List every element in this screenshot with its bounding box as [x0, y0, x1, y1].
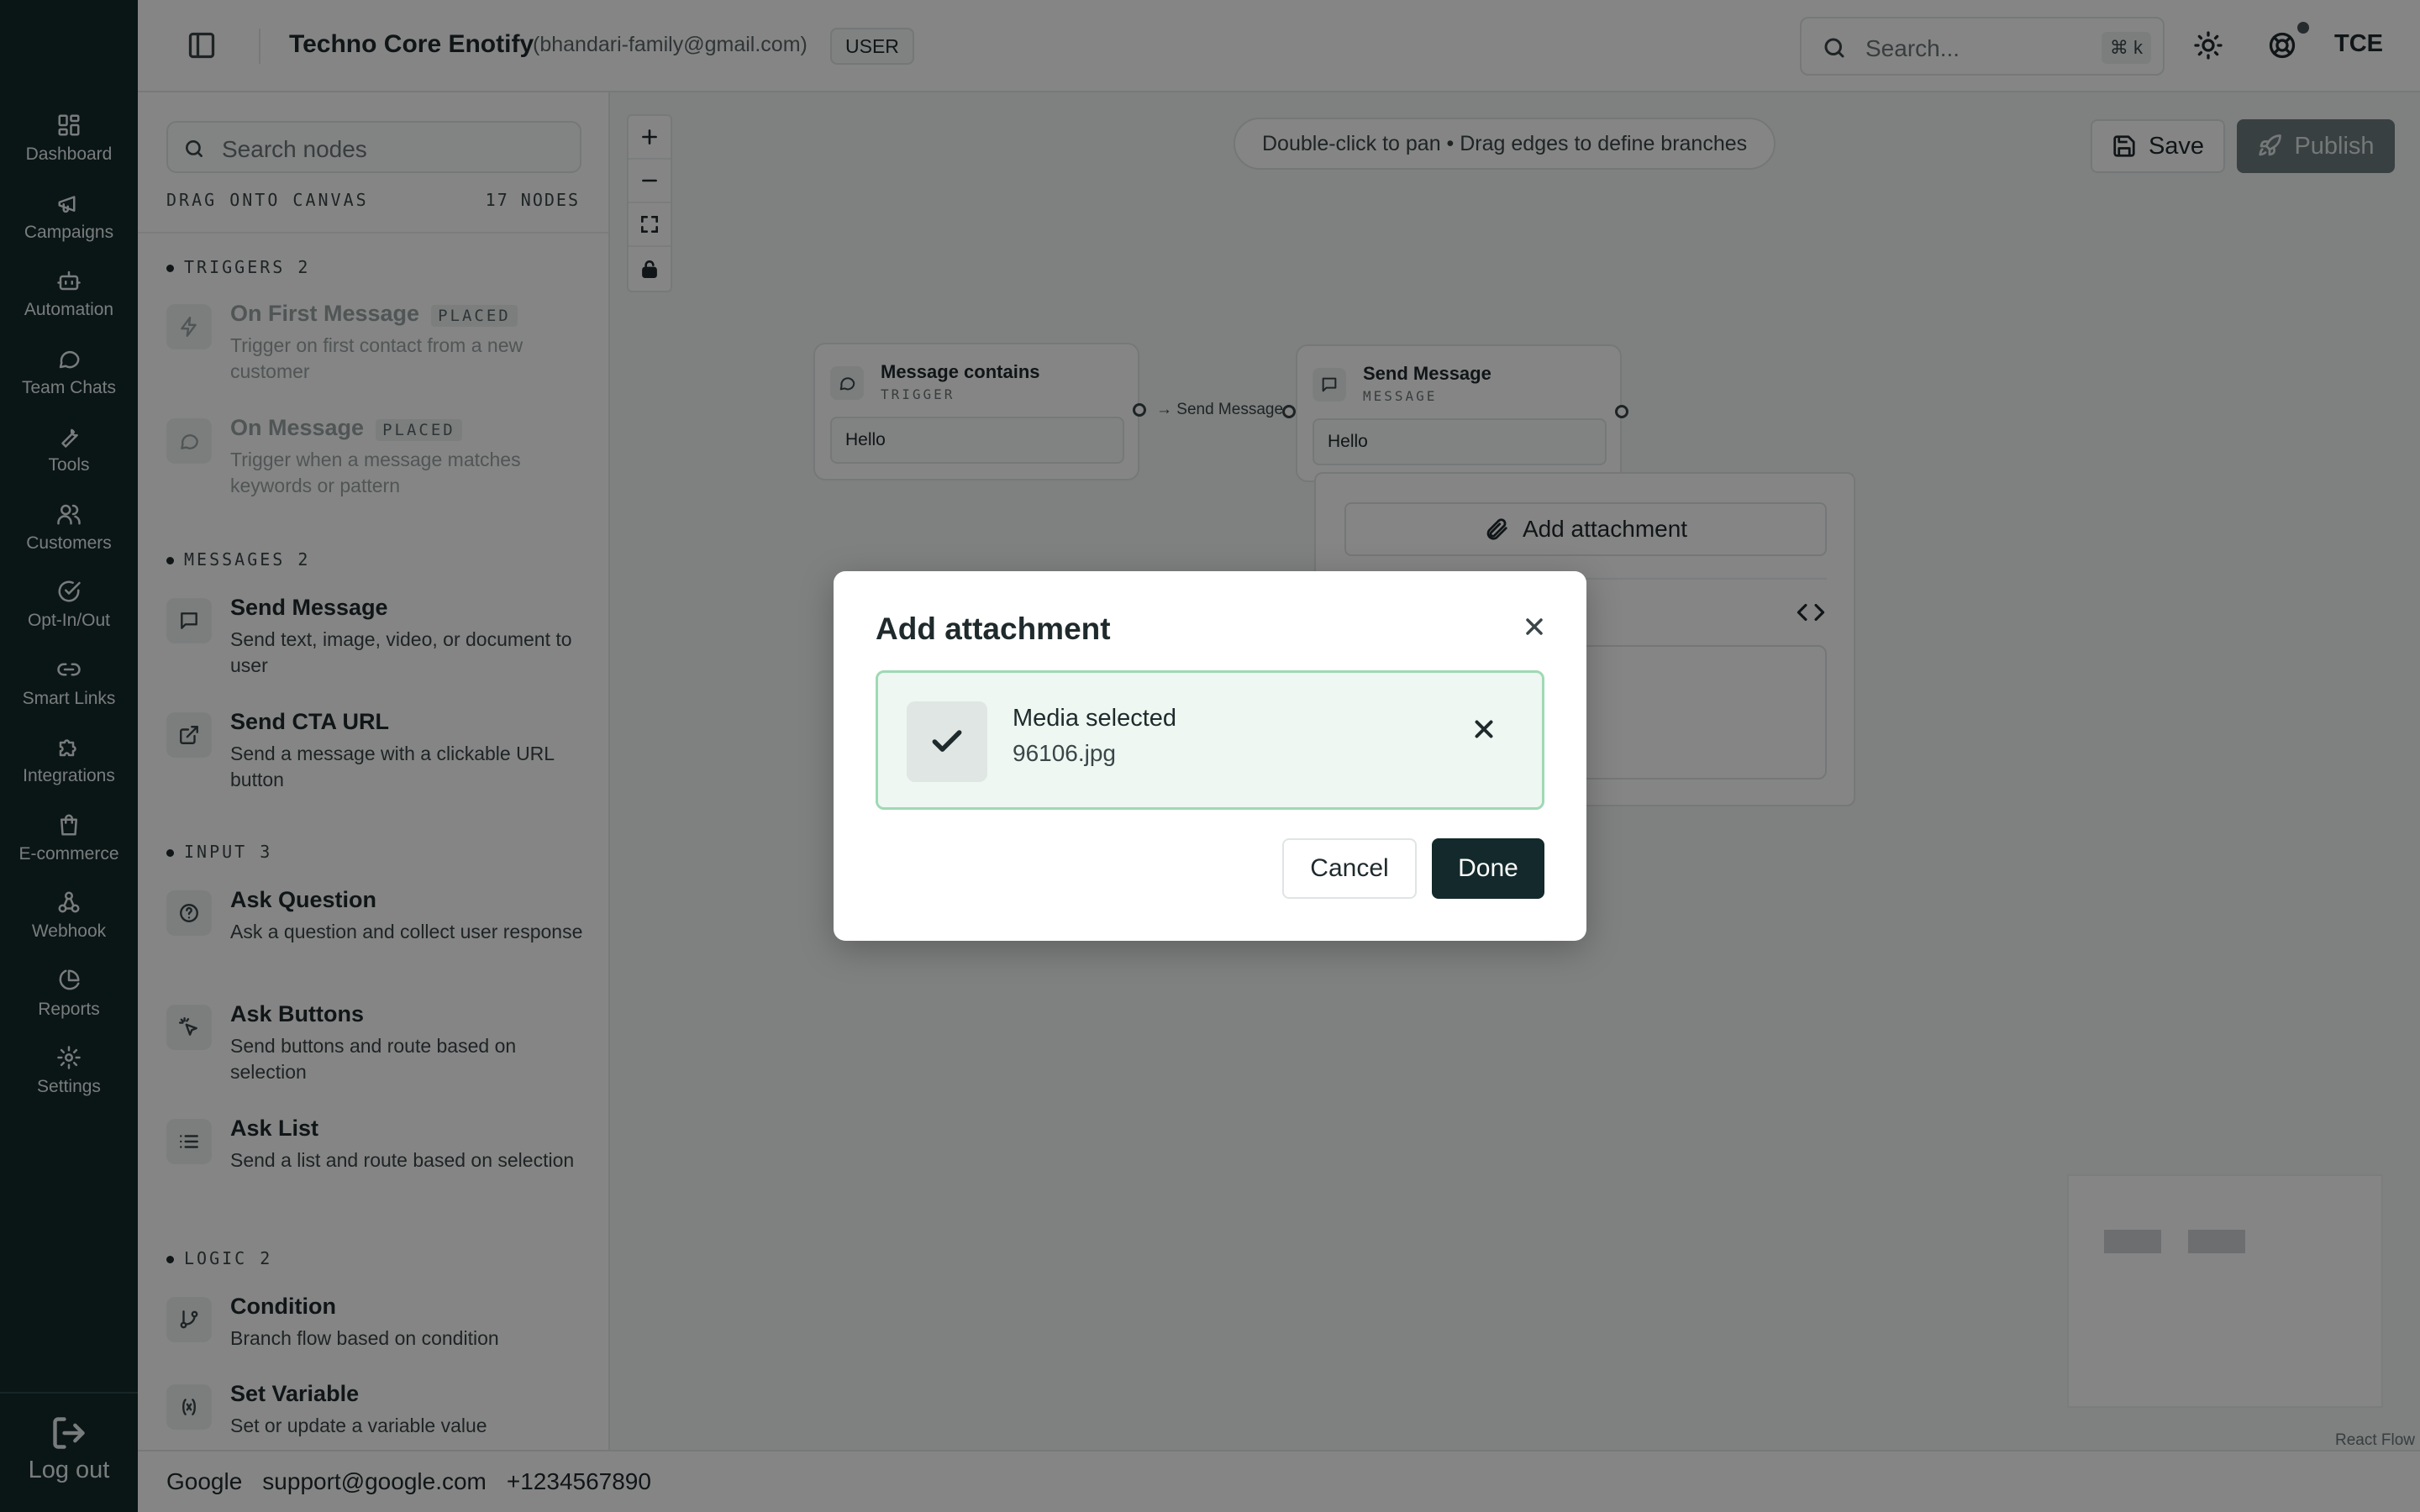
close-icon	[1475, 720, 1493, 738]
selected-media-card: Media selected 96106.jpg	[876, 670, 1544, 810]
remove-media-button[interactable]	[1470, 715, 1498, 743]
add-attachment-dialog: Add attachment Media selected 96106.jpg …	[834, 571, 1586, 941]
media-thumbnail	[907, 701, 987, 782]
media-filename: 96106.jpg	[1013, 740, 1117, 766]
close-button[interactable]	[1521, 613, 1548, 640]
dialog-title: Add attachment	[876, 612, 1111, 646]
done-button[interactable]: Done	[1432, 838, 1544, 899]
check-icon	[932, 730, 962, 752]
cancel-button[interactable]: Cancel	[1282, 838, 1417, 899]
media-status: Media selected	[1013, 705, 1177, 732]
close-icon	[1526, 618, 1543, 635]
